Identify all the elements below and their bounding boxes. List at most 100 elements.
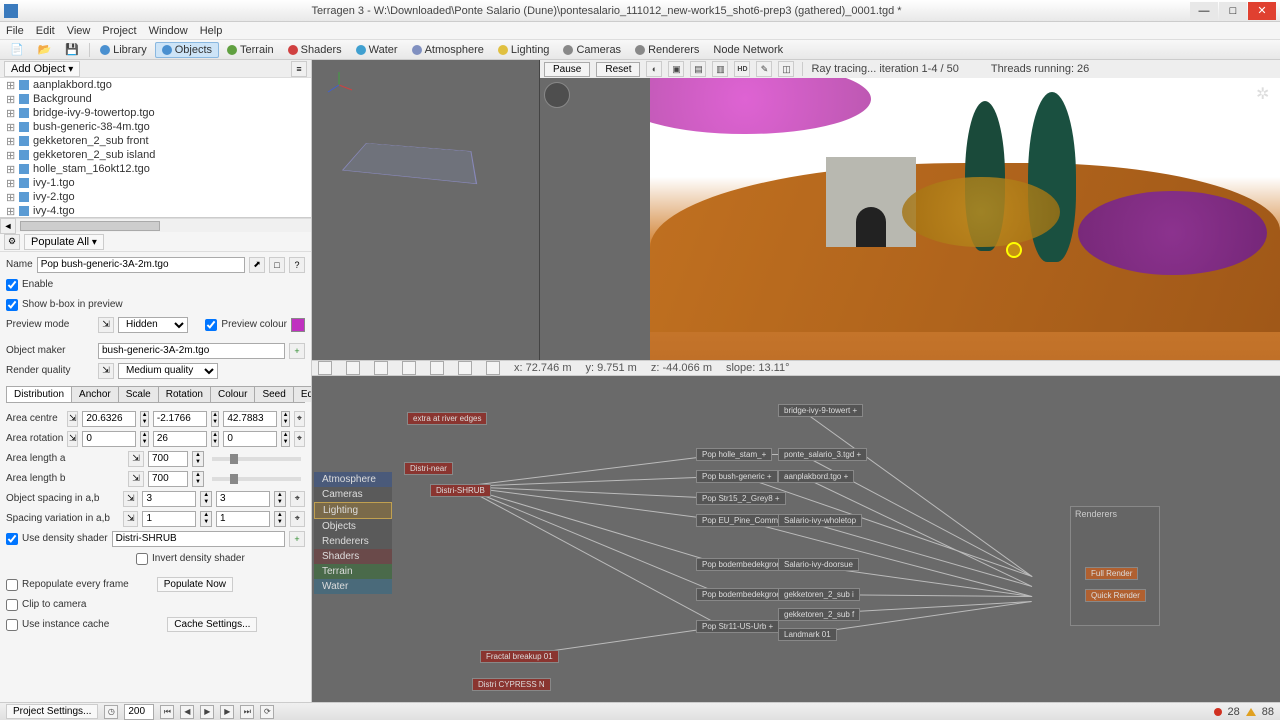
ar-x[interactable] — [82, 431, 136, 447]
rq-slider-icon[interactable]: ⇲ — [98, 363, 114, 379]
node[interactable]: Pop holle_stam_+ — [696, 448, 772, 461]
repopulate-checkbox[interactable] — [6, 579, 18, 591]
next-frame-icon[interactable]: ▶ — [220, 705, 234, 719]
tab-distribution[interactable]: Distribution — [6, 386, 72, 402]
tree-item[interactable]: ⊞aanplakbord.tgo — [0, 78, 311, 92]
ac-x[interactable] — [82, 411, 136, 427]
legend-atmosphere[interactable]: Atmosphere — [314, 472, 392, 487]
node[interactable]: Distri-near — [404, 462, 453, 475]
len-a[interactable] — [148, 451, 188, 467]
tree-item[interactable]: ⊞bush-generic-38-4m.tgo — [0, 120, 311, 134]
density-add-icon[interactable]: + — [289, 531, 305, 547]
cache-settings-button[interactable]: Cache Settings... — [167, 617, 257, 632]
legend-water[interactable]: Water — [314, 579, 392, 594]
ar-y[interactable] — [153, 431, 207, 447]
node[interactable]: bridge-ivy-9-towert + — [778, 404, 863, 417]
library-button[interactable]: Library — [94, 42, 153, 58]
r-icon3[interactable]: ▤ — [690, 61, 706, 77]
node[interactable]: aanplakbord.tgo + — [778, 470, 854, 483]
objmaker-add-icon[interactable]: + — [289, 343, 305, 359]
tree-item[interactable]: ⊞bridge-ivy-9-towertop.tgo — [0, 106, 311, 120]
tab-editing[interactable]: Editing — [293, 386, 311, 402]
maximize-button[interactable]: □ — [1219, 2, 1247, 20]
panel-menu-icon[interactable]: ≡ — [291, 61, 307, 77]
clip-camera-checkbox[interactable] — [6, 599, 18, 611]
reset-button[interactable]: Reset — [596, 62, 640, 77]
cb-icon6[interactable] — [458, 361, 472, 375]
cb-icon2[interactable] — [346, 361, 360, 375]
tree-item[interactable]: ⊞ivy-1.tgo — [0, 176, 311, 190]
tree-hscroll[interactable]: ◄ — [0, 218, 311, 232]
compass-icon[interactable] — [544, 82, 570, 108]
atmosphere-button[interactable]: Atmosphere — [406, 42, 490, 58]
menu-edit[interactable]: Edit — [36, 25, 55, 37]
r-icon1[interactable]: ◐ — [646, 61, 662, 77]
colour-swatch[interactable] — [291, 318, 305, 332]
node[interactable]: Pop EU_Pine_Comm + — [696, 514, 791, 527]
name-ext2-icon[interactable]: □ — [269, 257, 285, 273]
bbox-checkbox[interactable] — [6, 299, 18, 311]
tree-item[interactable]: ⊞ivy-4.tgo — [0, 204, 311, 218]
node[interactable]: gekketoren_2_sub i — [778, 588, 860, 601]
cb-icon7[interactable] — [486, 361, 500, 375]
object-maker-field[interactable] — [98, 343, 285, 359]
use-cache-checkbox[interactable] — [6, 619, 18, 631]
node[interactable]: Pop bush-generic + — [696, 470, 778, 483]
preview-slider-icon[interactable]: ⇲ — [98, 317, 114, 333]
cameras-button[interactable]: Cameras — [557, 42, 627, 58]
sv-b[interactable] — [216, 511, 270, 527]
tree-item[interactable]: ⊞ivy-2.tgo — [0, 190, 311, 204]
r-icon2[interactable]: ▣ — [668, 61, 684, 77]
render-viewport[interactable]: ✲ — [540, 78, 1280, 360]
node-render[interactable]: Full Render — [1085, 567, 1138, 580]
save-icon[interactable]: 💾 — [59, 42, 85, 58]
add-object-button[interactable]: Add Object ▾ — [4, 61, 80, 77]
node-network[interactable]: Atmosphere Cameras Lighting Objects Rend… — [312, 376, 1280, 702]
new-icon[interactable]: 📄 — [4, 42, 30, 58]
objects-button[interactable]: Objects — [155, 42, 219, 58]
density-checkbox[interactable] — [6, 533, 18, 545]
frame-field[interactable] — [124, 704, 154, 720]
menu-project[interactable]: Project — [102, 25, 136, 37]
gear-icon[interactable]: ⚙ — [4, 234, 20, 250]
prev-frame-icon[interactable]: ◀ — [180, 705, 194, 719]
legend-shaders[interactable]: Shaders — [314, 549, 392, 564]
renderers-button[interactable]: Renderers — [629, 42, 705, 58]
tab-anchor[interactable]: Anchor — [71, 386, 119, 402]
tree-item[interactable]: ⊞gekketoren_2_sub island — [0, 148, 311, 162]
legend-terrain[interactable]: Terrain — [314, 564, 392, 579]
menu-window[interactable]: Window — [149, 25, 188, 37]
ac-z[interactable] — [223, 411, 277, 427]
first-frame-icon[interactable]: ⏮ — [160, 705, 174, 719]
node[interactable]: Salario-ivy-doorsue — [778, 558, 859, 571]
node[interactable]: gekketoren_2_sub f — [778, 608, 860, 621]
object-tree[interactable]: ⊞aanplakbord.tgo⊞Background⊞bridge-ivy-9… — [0, 78, 311, 218]
cb-icon4[interactable] — [402, 361, 416, 375]
r-icon6[interactable]: ◫ — [778, 61, 794, 77]
node[interactable]: extra at river edges — [407, 412, 487, 425]
ar-z[interactable] — [223, 431, 277, 447]
sv-a[interactable] — [142, 511, 196, 527]
cb-icon5[interactable] — [430, 361, 444, 375]
tree-item[interactable]: ⊞holle_stam_16okt12.tgo — [0, 162, 311, 176]
invert-density-checkbox[interactable] — [136, 553, 148, 565]
node[interactable]: Pop Str15_2_Grey8 + — [696, 492, 786, 505]
pause-button[interactable]: Pause — [544, 62, 590, 77]
terrain-button[interactable]: Terrain — [221, 42, 280, 58]
node[interactable]: ponte_salario_3.tgd + — [778, 448, 867, 461]
water-button[interactable]: Water — [350, 42, 404, 58]
node[interactable]: Distri-SHRUB — [430, 484, 491, 497]
3d-preview[interactable] — [312, 60, 540, 360]
tab-colour[interactable]: Colour — [210, 386, 255, 402]
populate-all-button[interactable]: Populate All ▾ — [24, 234, 104, 250]
legend-objects[interactable]: Objects — [314, 519, 392, 534]
tab-scale[interactable]: Scale — [118, 386, 159, 402]
menu-file[interactable]: File — [6, 25, 24, 37]
tab-rotation[interactable]: Rotation — [158, 386, 211, 402]
ac-pick-icon[interactable]: ⌖ — [294, 411, 305, 427]
populate-now-button[interactable]: Populate Now — [157, 577, 233, 592]
viewport-gear-icon[interactable]: ✲ — [1256, 84, 1274, 102]
node[interactable]: Pop bodembedekgroei — [696, 558, 789, 571]
anim-icon[interactable]: ⟳ — [260, 705, 274, 719]
error-icon[interactable] — [1214, 708, 1222, 716]
